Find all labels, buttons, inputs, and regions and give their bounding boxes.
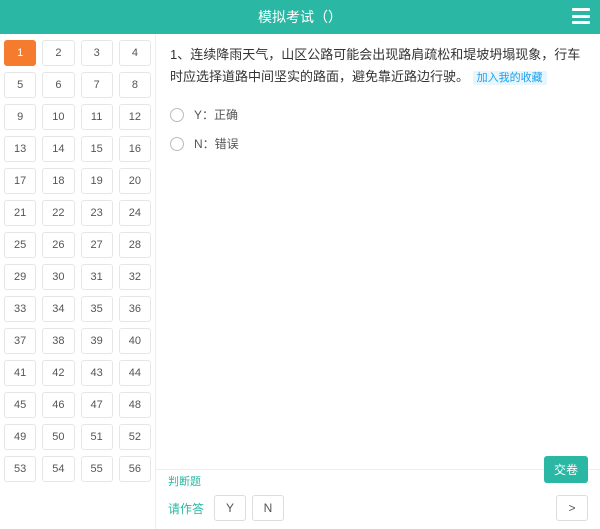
question-nav-30[interactable]: 30 [42, 264, 74, 290]
question-nav-54[interactable]: 54 [42, 456, 74, 482]
question-nav-46[interactable]: 46 [42, 392, 74, 418]
submit-button[interactable]: 交卷 [544, 456, 588, 483]
answer-button-N[interactable]: N [252, 495, 284, 521]
question-nav-sidebar[interactable]: 1234567891011121314151617181920212223242… [0, 34, 156, 529]
radio-icon [170, 137, 184, 151]
question-nav-4[interactable]: 4 [119, 40, 151, 66]
main-area: 1234567891011121314151617181920212223242… [0, 34, 600, 529]
question-nav-17[interactable]: 17 [4, 168, 36, 194]
option-label: N：错误 [194, 135, 239, 152]
question-grid: 1234567891011121314151617181920212223242… [4, 40, 151, 482]
question-nav-13[interactable]: 13 [4, 136, 36, 162]
option-Y[interactable]: Y：正确 [170, 100, 586, 129]
question-nav-8[interactable]: 8 [119, 72, 151, 98]
question-nav-38[interactable]: 38 [42, 328, 74, 354]
answer-prompt: 请作答 [168, 500, 204, 517]
question-nav-25[interactable]: 25 [4, 232, 36, 258]
question-nav-34[interactable]: 34 [42, 296, 74, 322]
question-nav-20[interactable]: 20 [119, 168, 151, 194]
question-nav-9[interactable]: 9 [4, 104, 36, 130]
option-N[interactable]: N：错误 [170, 129, 586, 158]
question-nav-40[interactable]: 40 [119, 328, 151, 354]
answer-buttons: YN [214, 495, 284, 521]
question-area: 1、连续降雨天气，山区公路可能会出现路肩疏松和堤坡坍塌现象，行车时应选择道路中间… [156, 34, 600, 469]
question-nav-26[interactable]: 26 [42, 232, 74, 258]
answer-button-Y[interactable]: Y [214, 495, 246, 521]
question-nav-31[interactable]: 31 [81, 264, 113, 290]
question-nav-47[interactable]: 47 [81, 392, 113, 418]
question-nav-42[interactable]: 42 [42, 360, 74, 386]
question-nav-50[interactable]: 50 [42, 424, 74, 450]
question-nav-21[interactable]: 21 [4, 200, 36, 226]
question-nav-41[interactable]: 41 [4, 360, 36, 386]
bottom-bar: 判断题 请作答 YN > [156, 469, 600, 529]
content-area: 1、连续降雨天气，山区公路可能会出现路肩疏松和堤坡坍塌现象，行车时应选择道路中间… [156, 34, 600, 529]
header-bar: 模拟考试（） [0, 0, 600, 34]
question-nav-29[interactable]: 29 [4, 264, 36, 290]
favorite-button[interactable]: 加入我的收藏 [473, 71, 547, 85]
next-button[interactable]: > [556, 495, 588, 521]
question-nav-35[interactable]: 35 [81, 296, 113, 322]
page-title: 模拟考试（） [258, 7, 342, 27]
options-list: Y：正确 N：错误 [170, 100, 586, 158]
question-nav-43[interactable]: 43 [81, 360, 113, 386]
question-nav-19[interactable]: 19 [81, 168, 113, 194]
question-nav-53[interactable]: 53 [4, 456, 36, 482]
answer-bar: 请作答 YN > [156, 489, 600, 529]
question-nav-37[interactable]: 37 [4, 328, 36, 354]
question-nav-6[interactable]: 6 [42, 72, 74, 98]
question-type-tag: 判断题 [156, 470, 600, 489]
question-nav-10[interactable]: 10 [42, 104, 74, 130]
question-nav-51[interactable]: 51 [81, 424, 113, 450]
question-nav-36[interactable]: 36 [119, 296, 151, 322]
question-nav-23[interactable]: 23 [81, 200, 113, 226]
question-nav-52[interactable]: 52 [119, 424, 151, 450]
question-nav-56[interactable]: 56 [119, 456, 151, 482]
question-nav-18[interactable]: 18 [42, 168, 74, 194]
question-nav-3[interactable]: 3 [81, 40, 113, 66]
question-nav-2[interactable]: 2 [42, 40, 74, 66]
question-nav-24[interactable]: 24 [119, 200, 151, 226]
question-text: 1、连续降雨天气，山区公路可能会出现路肩疏松和堤坡坍塌现象，行车时应选择道路中间… [170, 44, 586, 88]
question-nav-7[interactable]: 7 [81, 72, 113, 98]
question-nav-22[interactable]: 22 [42, 200, 74, 226]
question-nav-15[interactable]: 15 [81, 136, 113, 162]
question-nav-44[interactable]: 44 [119, 360, 151, 386]
question-nav-28[interactable]: 28 [119, 232, 151, 258]
question-nav-11[interactable]: 11 [81, 104, 113, 130]
question-nav-55[interactable]: 55 [81, 456, 113, 482]
question-nav-1[interactable]: 1 [4, 40, 36, 66]
radio-icon [170, 108, 184, 122]
question-nav-16[interactable]: 16 [119, 136, 151, 162]
question-number: 1、 [170, 47, 190, 62]
question-nav-14[interactable]: 14 [42, 136, 74, 162]
question-nav-12[interactable]: 12 [119, 104, 151, 130]
question-nav-32[interactable]: 32 [119, 264, 151, 290]
option-label: Y：正确 [194, 106, 238, 123]
question-nav-39[interactable]: 39 [81, 328, 113, 354]
question-nav-27[interactable]: 27 [81, 232, 113, 258]
question-nav-33[interactable]: 33 [4, 296, 36, 322]
question-nav-45[interactable]: 45 [4, 392, 36, 418]
menu-icon[interactable] [572, 8, 590, 24]
question-nav-5[interactable]: 5 [4, 72, 36, 98]
question-nav-49[interactable]: 49 [4, 424, 36, 450]
question-nav-48[interactable]: 48 [119, 392, 151, 418]
